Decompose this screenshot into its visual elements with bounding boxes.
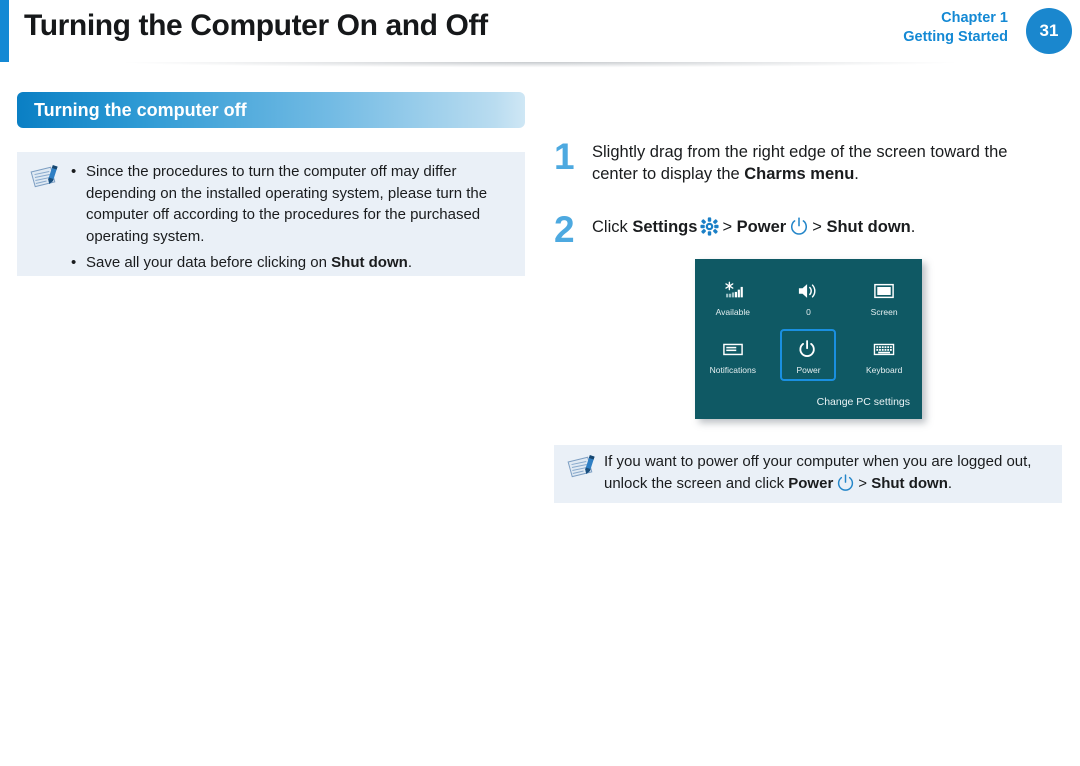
charm-tile-screen[interactable]: Screen [856, 271, 912, 323]
charms-menu-panel: Available 0 Screen Notifications Power K… [695, 259, 922, 419]
power-label: Power [788, 474, 834, 492]
bullet-glyph: • [71, 163, 77, 180]
charm-label: Screen [870, 306, 898, 317]
header-divider-shadow [0, 62, 1080, 74]
note-item-text: Since the procedures to turn the compute… [86, 163, 488, 245]
note-item: • Save all your data before clicking on … [69, 252, 517, 274]
charm-tile-power[interactable]: Power [780, 329, 837, 381]
charms-grid: Available 0 Screen Notifications Power K… [695, 265, 922, 381]
section-title-label: Turning the computer off [34, 100, 247, 120]
step-prefix: Click [592, 218, 633, 236]
charm-tile-available[interactable]: Available [705, 271, 761, 323]
power-label: Power [736, 218, 787, 236]
charm-label: 0 [806, 306, 811, 317]
note-right-separator: > [858, 474, 872, 492]
keyboard-icon [872, 336, 896, 362]
charm-tile-notifications[interactable]: Notifications [705, 329, 761, 381]
step-number: 1 [554, 136, 575, 177]
note-pen-icon [29, 164, 63, 190]
section-title-bar: Turning the computer off [17, 92, 525, 128]
charm-tile-volume[interactable]: 0 [780, 271, 836, 323]
charms-row-bottom: Notifications Power Keyboard [695, 329, 922, 381]
volume-icon [796, 278, 820, 304]
charm-label: Power [796, 364, 821, 375]
note-item-text: Save all your data before clicking on [86, 254, 332, 271]
chapter-block: Chapter 1 Getting Started [903, 9, 1008, 47]
step-separator-2: > [812, 218, 827, 236]
bullet-glyph: • [71, 254, 77, 271]
step-number: 2 [554, 209, 575, 250]
charm-label: Notifications [709, 364, 756, 375]
note-box-right: If you want to power off your computer w… [554, 445, 1062, 503]
step-suffix: . [910, 218, 916, 236]
chapter-subtitle: Getting Started [903, 29, 1008, 45]
note-pen-icon [566, 454, 600, 480]
power-icon [836, 473, 855, 499]
power-icon [789, 216, 809, 242]
step-text-bold: Charms menu [744, 165, 855, 183]
note-item: • Since the procedures to turn the compu… [69, 161, 517, 247]
shutdown-label: Shut down [871, 474, 948, 492]
note-item-text-after: . [407, 254, 412, 271]
page-number-badge: 31 [1026, 8, 1072, 54]
note-right-text-after: . [947, 474, 953, 492]
page-title: Turning the Computer On and Off [24, 9, 488, 42]
charm-label: Keyboard [865, 364, 903, 375]
charm-label: Available [715, 306, 750, 317]
page-header: Turning the Computer On and Off Chapter … [0, 0, 1080, 62]
chapter-label: Chapter 1 [941, 10, 1008, 26]
gear-icon [700, 217, 720, 242]
step-text: Click Settings > Power > Shut down. [592, 216, 915, 242]
note-box-left: • Since the procedures to turn the compu… [17, 152, 525, 276]
settings-label: Settings [632, 218, 698, 236]
wifi-icon [721, 278, 745, 304]
step-separator-1: > [722, 218, 737, 236]
power-icon [796, 336, 820, 362]
screen-icon [872, 278, 896, 304]
charms-row-top: Available 0 Screen [695, 271, 922, 323]
shutdown-label: Shut down [826, 218, 911, 236]
note-item-bold: Shut down [331, 254, 408, 271]
note-left-body: • Since the procedures to turn the compu… [69, 161, 517, 274]
change-pc-settings-link[interactable]: Change PC settings [817, 396, 910, 408]
step-text: Slightly drag from the right edge of the… [592, 141, 1054, 185]
charm-tile-keyboard[interactable]: Keyboard [856, 329, 912, 381]
notifications-icon [721, 336, 745, 362]
header-accent-bar [0, 0, 9, 62]
note-right-body: If you want to power off your computer w… [604, 451, 1054, 498]
step-text-after: . [854, 165, 859, 183]
